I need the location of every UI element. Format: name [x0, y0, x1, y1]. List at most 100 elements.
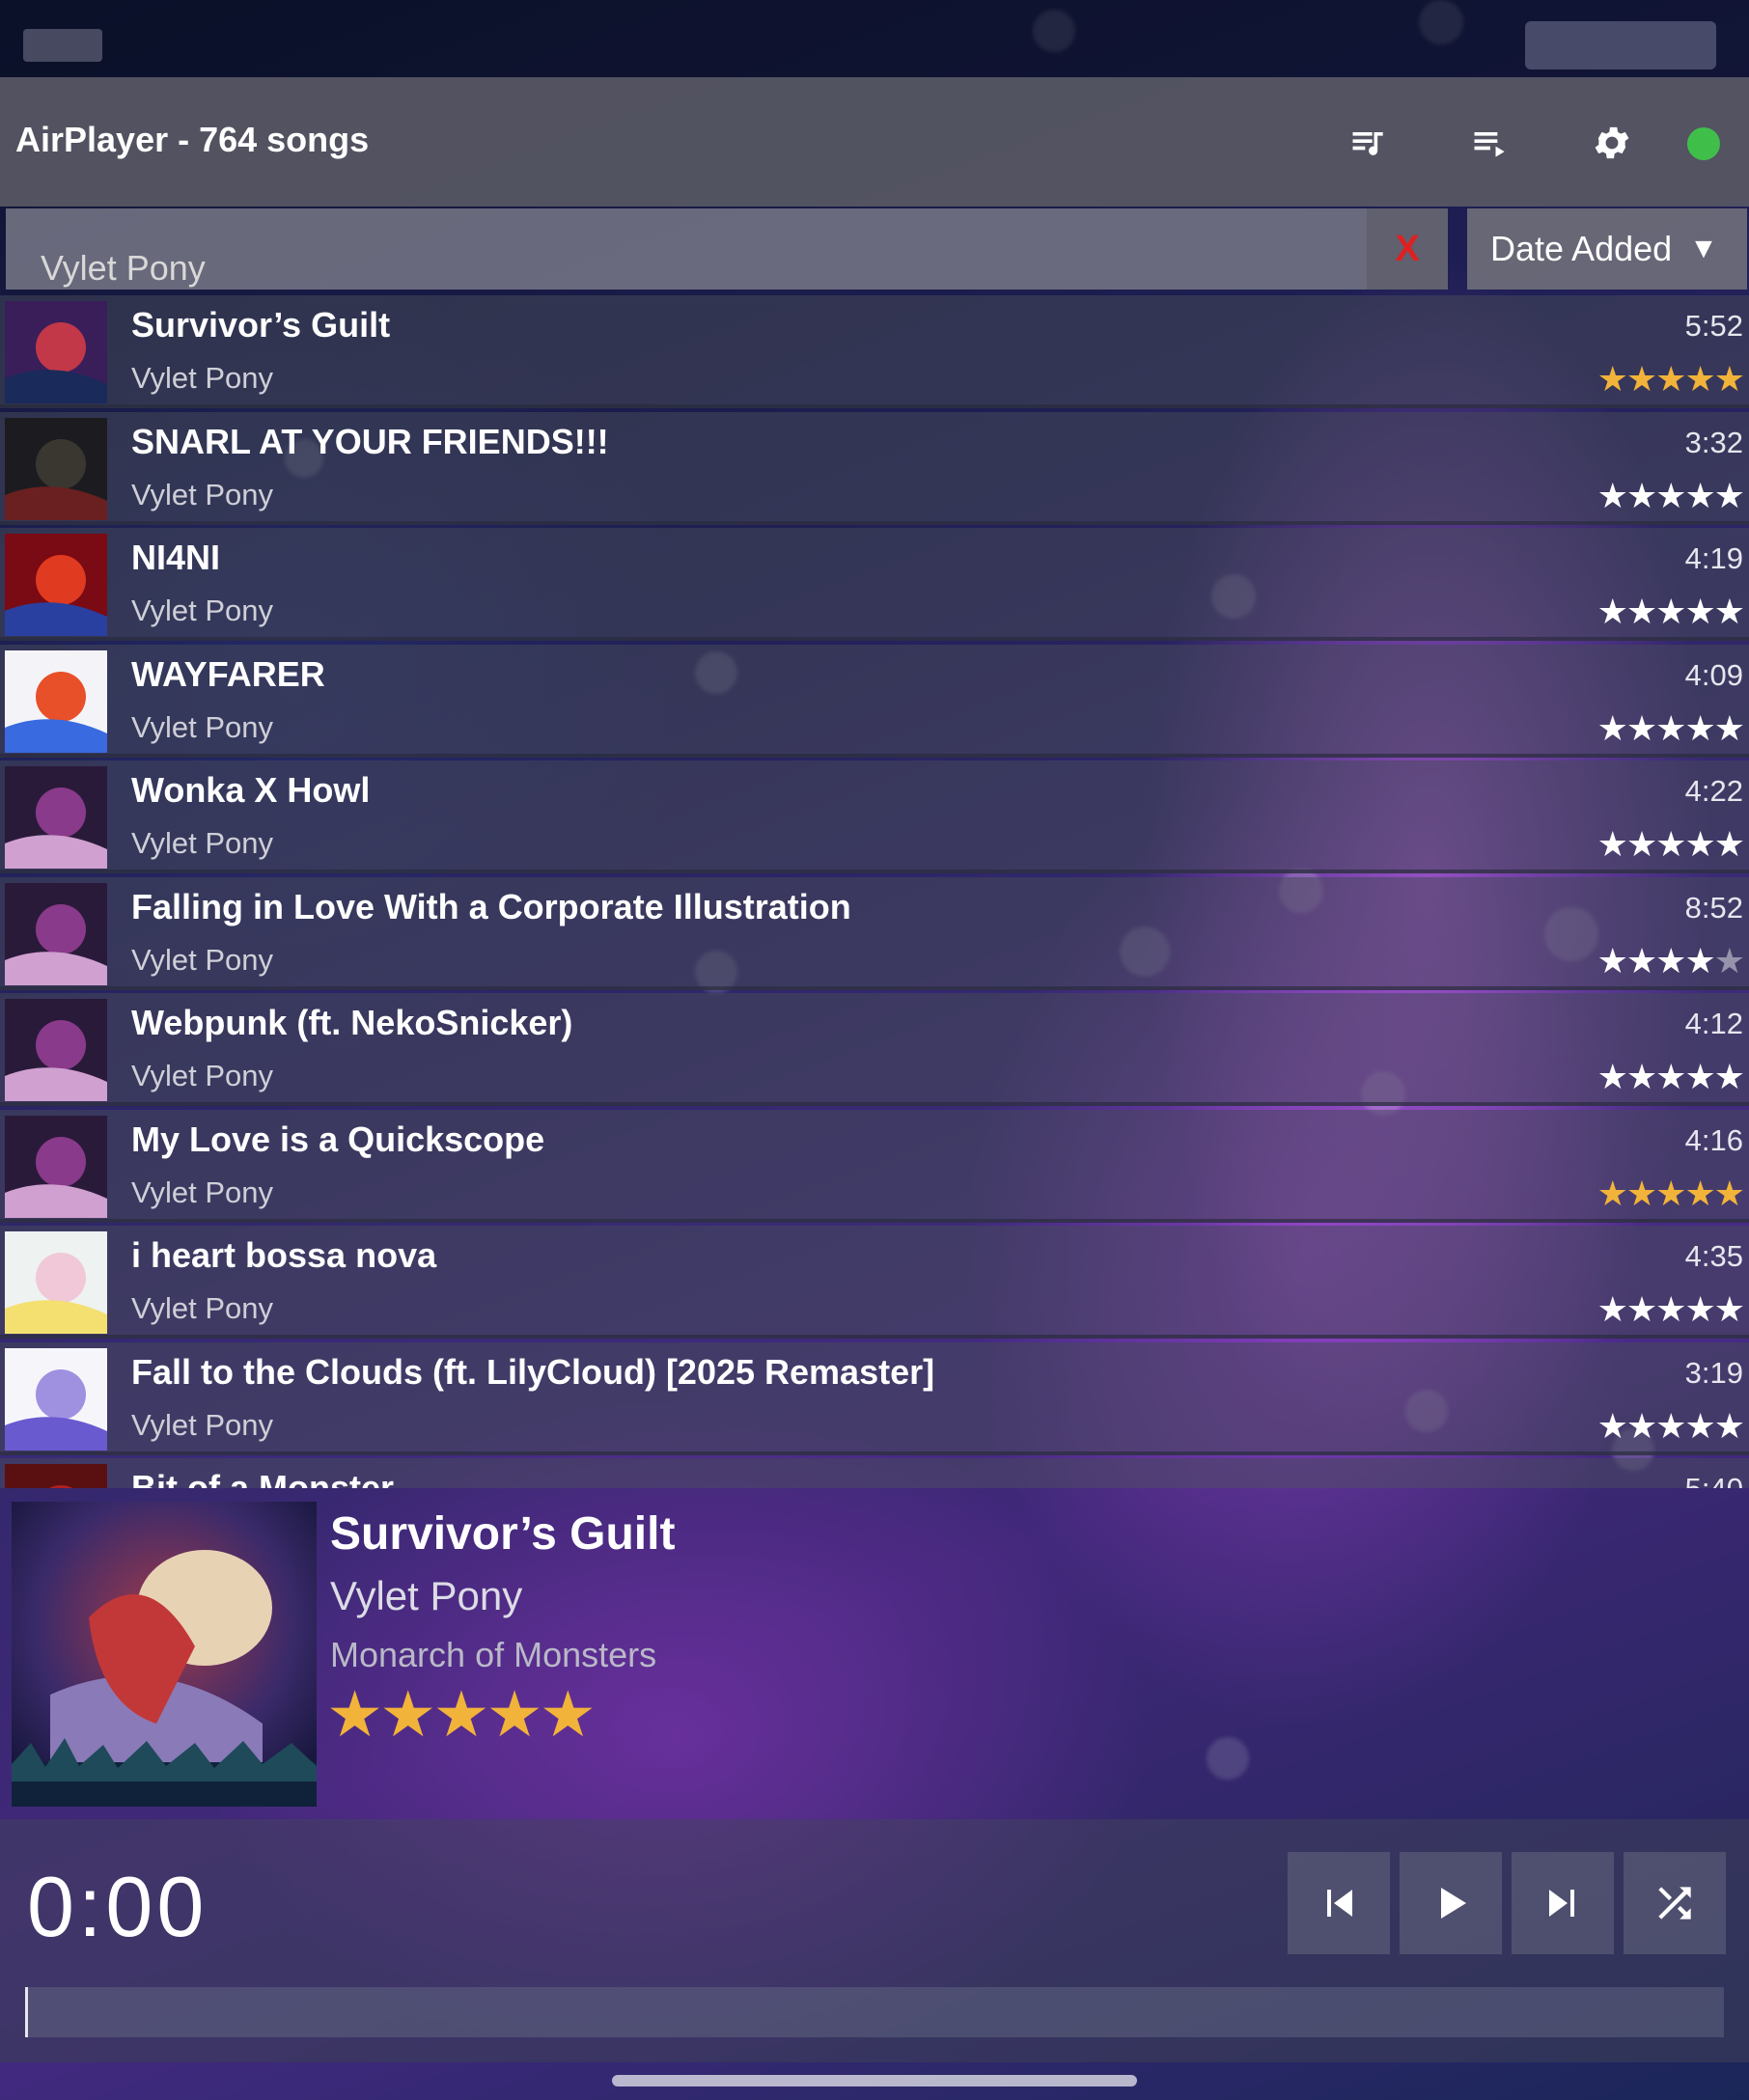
song-row[interactable]: WAYFARER Vylet Pony 4:09 ★★★★★	[0, 645, 1749, 758]
album-art-image	[12, 1502, 317, 1807]
shuffle-icon	[1658, 1887, 1691, 1920]
star-icon[interactable]: ★	[1655, 592, 1686, 631]
star-icon[interactable]: ★	[1655, 1174, 1686, 1213]
song-row[interactable]: Fall to the Clouds (ft. LilyCloud) [2025…	[0, 1342, 1749, 1455]
star-icon[interactable]: ★	[1597, 476, 1628, 515]
search-bar: X Date Added ▼	[0, 207, 1749, 291]
song-rating[interactable]: ★★★★★	[1597, 824, 1745, 865]
clear-search-button[interactable]: X	[1367, 208, 1448, 290]
star-icon[interactable]: ★	[1597, 824, 1628, 864]
star-icon[interactable]: ★	[1714, 708, 1745, 748]
star-icon[interactable]: ★	[1626, 824, 1657, 864]
song-thumbnail-image	[5, 301, 107, 403]
star-icon[interactable]: ★	[1714, 941, 1745, 981]
star-icon[interactable]: ★	[1597, 708, 1628, 748]
song-title: Webpunk (ft. NekoSnicker)	[131, 1003, 573, 1042]
star-icon[interactable]: ★	[1626, 708, 1657, 748]
song-row[interactable]: Survivor’s Guilt Vylet Pony 5:52 ★★★★★	[0, 295, 1749, 408]
playlist-play-button[interactable]	[1454, 106, 1527, 180]
song-rating[interactable]: ★★★★★	[1597, 1174, 1745, 1214]
star-icon[interactable]: ★	[1597, 1174, 1628, 1213]
song-rating[interactable]: ★★★★★	[1597, 592, 1745, 632]
seek-bar-handle[interactable]	[25, 1987, 28, 2037]
star-icon[interactable]: ★	[1626, 941, 1657, 981]
song-row[interactable]: Webpunk (ft. NekoSnicker) Vylet Pony 4:12 ★…	[0, 993, 1749, 1106]
now-playing-rating[interactable]: ★★★★★	[326, 1677, 597, 1752]
star-icon[interactable]: ★	[1714, 1289, 1745, 1329]
star-icon[interactable]: ★	[1597, 941, 1628, 981]
star-icon[interactable]: ★	[1626, 592, 1657, 631]
song-row[interactable]: NI4NI Vylet Pony 4:19 ★★★★★	[0, 528, 1749, 641]
star-icon[interactable]: ★	[1655, 708, 1686, 748]
connection-status-dot	[1687, 127, 1720, 160]
star-icon[interactable]: ★	[432, 1678, 489, 1750]
star-icon[interactable]: ★	[1626, 1057, 1657, 1096]
song-row[interactable]: i heart bossa nova Vylet Pony 4:35 ★★★★★	[0, 1226, 1749, 1339]
star-icon[interactable]: ★	[1597, 1289, 1628, 1329]
star-icon[interactable]: ★	[1626, 1174, 1657, 1213]
star-icon[interactable]: ★	[1626, 476, 1657, 515]
song-rating[interactable]: ★★★★★	[1597, 941, 1745, 981]
star-icon[interactable]: ★	[1714, 1057, 1745, 1096]
star-icon[interactable]: ★	[540, 1678, 597, 1750]
star-icon[interactable]: ★	[1684, 941, 1715, 981]
star-icon[interactable]: ★	[1597, 592, 1628, 631]
star-icon[interactable]: ★	[1655, 1057, 1686, 1096]
star-icon[interactable]: ★	[326, 1678, 383, 1750]
star-icon[interactable]: ★	[1597, 1057, 1628, 1096]
star-icon[interactable]: ★	[1684, 1174, 1715, 1213]
search-input[interactable]	[6, 208, 1367, 290]
play-button[interactable]	[1400, 1852, 1502, 1954]
star-icon[interactable]: ★	[1684, 1289, 1715, 1329]
song-rating[interactable]: ★★★★★	[1597, 1406, 1745, 1447]
star-icon[interactable]: ★	[1714, 1406, 1745, 1446]
star-icon[interactable]: ★	[1626, 1289, 1657, 1329]
star-icon[interactable]: ★	[486, 1678, 543, 1750]
star-icon[interactable]: ★	[1684, 824, 1715, 864]
song-thumbnail	[5, 766, 107, 869]
star-icon[interactable]: ★	[1655, 476, 1686, 515]
star-icon[interactable]: ★	[1714, 476, 1745, 515]
seek-bar[interactable]	[25, 1987, 1724, 2037]
song-row[interactable]: Falling in Love With a Corporate Illustr…	[0, 877, 1749, 990]
song-row[interactable]: My Love is a Quickscope Vylet Pony 4:16 ★★★…	[0, 1110, 1749, 1223]
queue-button[interactable]	[1332, 106, 1405, 180]
song-rating[interactable]: ★★★★★	[1597, 476, 1745, 516]
star-icon[interactable]: ★	[1626, 359, 1657, 399]
star-icon[interactable]: ★	[1684, 359, 1715, 399]
star-icon[interactable]: ★	[1714, 592, 1745, 631]
star-icon[interactable]: ★	[1684, 708, 1715, 748]
star-icon[interactable]: ★	[1655, 1289, 1686, 1329]
star-icon[interactable]: ★	[1684, 592, 1715, 631]
star-icon[interactable]: ★	[1714, 1174, 1745, 1213]
sort-dropdown[interactable]: Date Added ▼	[1467, 208, 1747, 290]
star-icon[interactable]: ★	[1655, 1406, 1686, 1446]
star-icon[interactable]: ★	[1626, 1406, 1657, 1446]
gear-icon	[1595, 126, 1629, 159]
star-icon[interactable]: ★	[1597, 359, 1628, 399]
song-duration: 4:19	[1684, 541, 1743, 575]
song-rating[interactable]: ★★★★★	[1597, 1289, 1745, 1330]
previous-button[interactable]	[1288, 1852, 1390, 1954]
song-duration: 5:52	[1684, 309, 1743, 343]
song-row[interactable]: Bit of a MonsterVylet Pony5:40★★★★★	[0, 1458, 1749, 1488]
star-icon[interactable]: ★	[1684, 1406, 1715, 1446]
star-icon[interactable]: ★	[1684, 1057, 1715, 1096]
shuffle-button[interactable]	[1624, 1852, 1726, 1954]
song-rating[interactable]: ★★★★★	[1597, 359, 1745, 400]
song-row[interactable]: SNARL AT YOUR FRIENDS!!! Vylet Pony 3:32 ★★…	[0, 412, 1749, 525]
next-button[interactable]	[1512, 1852, 1614, 1954]
star-icon[interactable]: ★	[1684, 476, 1715, 515]
settings-button[interactable]	[1575, 106, 1649, 180]
star-icon[interactable]: ★	[1655, 359, 1686, 399]
song-list[interactable]: Survivor’s Guilt Vylet Pony 5:52 ★★★★★ SNARL…	[0, 295, 1749, 1488]
song-rating[interactable]: ★★★★★	[1597, 708, 1745, 749]
star-icon[interactable]: ★	[379, 1678, 436, 1750]
star-icon[interactable]: ★	[1655, 824, 1686, 864]
star-icon[interactable]: ★	[1597, 1406, 1628, 1446]
star-icon[interactable]: ★	[1714, 359, 1745, 399]
star-icon[interactable]: ★	[1714, 824, 1745, 864]
song-rating[interactable]: ★★★★★	[1597, 1057, 1745, 1097]
song-row[interactable]: Wonka X Howl Vylet Pony 4:22 ★★★★★	[0, 760, 1749, 873]
star-icon[interactable]: ★	[1655, 941, 1686, 981]
